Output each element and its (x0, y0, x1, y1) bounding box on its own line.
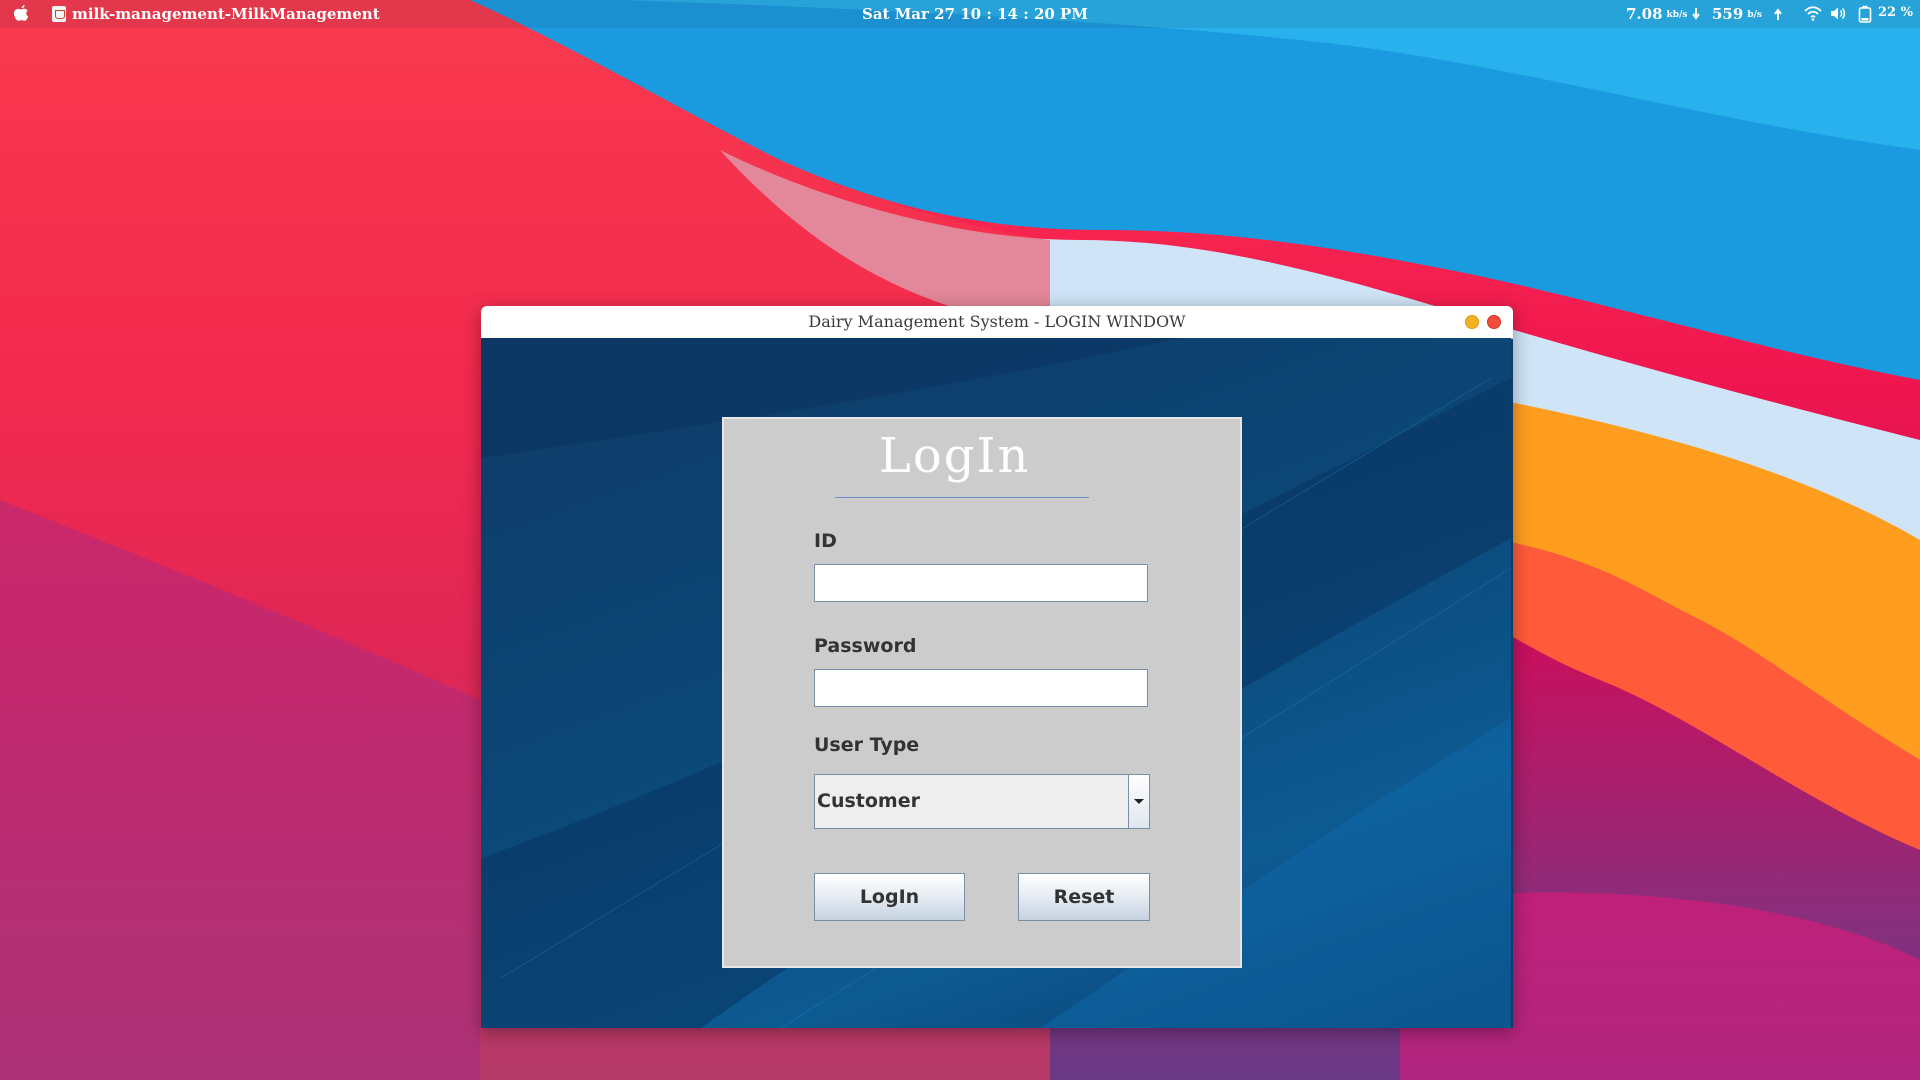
window-titlebar[interactable]: Dairy Management System - LOGIN WINDOW (481, 306, 1513, 339)
java-app-icon[interactable] (52, 6, 66, 22)
arrow-down-icon (1692, 8, 1700, 20)
apple-icon[interactable] (12, 4, 30, 24)
active-app-title[interactable]: milk-management-MilkManagement (72, 5, 380, 23)
net-down-value: 7.08 (1626, 5, 1663, 23)
password-input[interactable] (814, 669, 1148, 707)
user-type-label: User Type (814, 734, 920, 756)
user-type-selected: Customer (817, 790, 920, 812)
password-label: Password (814, 635, 917, 657)
top-menu-bar: milk-management-MilkManagement Sat Mar 2… (0, 0, 1920, 28)
wifi-icon[interactable] (1804, 6, 1822, 21)
login-heading: LogIn (879, 428, 1031, 484)
user-type-dropdown[interactable]: Customer (814, 774, 1150, 829)
arrow-up-icon (1774, 8, 1782, 20)
network-upload-speed: 559 b/s (1712, 5, 1762, 23)
id-label: ID (814, 530, 837, 552)
battery-icon[interactable] (1858, 5, 1872, 23)
login-button[interactable]: LogIn (814, 873, 965, 921)
minimize-button[interactable] (1465, 315, 1479, 329)
net-up-value: 559 (1712, 5, 1744, 23)
id-input[interactable] (814, 564, 1148, 602)
battery-percentage: 22 % (1878, 5, 1913, 20)
heading-underline (835, 497, 1089, 498)
clock[interactable]: Sat Mar 27 10 : 14 : 20 PM (862, 5, 1088, 23)
net-up-unit: b/s (1747, 10, 1762, 20)
chevron-down-icon[interactable] (1128, 775, 1149, 828)
network-download-speed: 7.08 kb/s (1626, 5, 1687, 23)
close-button[interactable] (1487, 315, 1501, 329)
volume-icon[interactable] (1830, 6, 1846, 21)
reset-button[interactable]: Reset (1018, 873, 1150, 921)
net-down-unit: kb/s (1666, 10, 1688, 20)
window-title: Dairy Management System - LOGIN WINDOW (808, 312, 1186, 331)
